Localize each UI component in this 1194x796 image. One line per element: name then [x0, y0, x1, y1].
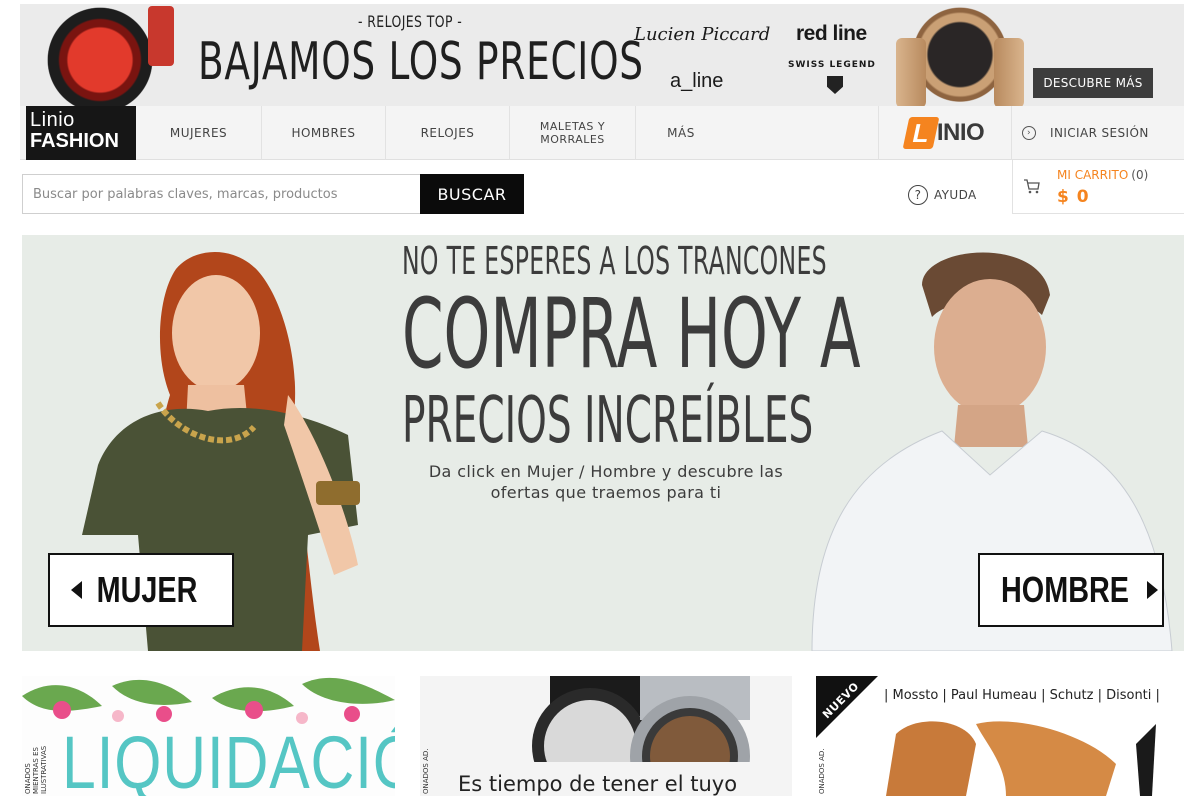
liquidacion-card[interactable]: ONADOS MIENTRAS ES ILUSTRATIVAS LIQUIDAC… — [22, 676, 395, 796]
cart-total: $ 0 — [1057, 187, 1090, 207]
watches-side-note: ONADOS AD. — [422, 748, 430, 794]
promo-subtitle: - RELOJES TOP - — [358, 12, 463, 31]
login-link[interactable]: › INICIAR SESIÓN — [1012, 106, 1184, 160]
new-brands-side-note: ONADOS AD. — [818, 748, 826, 794]
nav-item-mujeres[interactable]: MUJERES — [136, 106, 262, 160]
new-brands-list: | Mosstо | Paul Humeau | Schutz | Disont… — [884, 688, 1160, 703]
brand-red-line-logo: red line — [796, 22, 867, 45]
nav-item-hombres[interactable]: HOMBRES — [262, 106, 386, 160]
hero-description-line-1: Da click en Mujer / Hombre y descubre la… — [428, 462, 784, 481]
promo-title: BAJAMOS LOS PRECIOS — [198, 32, 644, 92]
brand-a-line-logo: a_line — [670, 70, 724, 92]
red-watch-image — [36, 6, 174, 106]
hero-banner: NO TE ESPERES A LOS TRANCONES COMPRA HOY… — [22, 235, 1184, 651]
nav-item-maletas-y-morrales[interactable]: MALETAS Y MORRALES — [510, 106, 636, 160]
search-bar: BUSCAR — [22, 174, 524, 214]
question-icon: ? — [908, 185, 928, 205]
linio-logo-text: INIO — [936, 119, 985, 146]
watches-image — [460, 676, 780, 762]
hombre-button[interactable]: HOMBRE — [978, 553, 1164, 627]
watches-caption: Es tiempo de tener el tuyo — [458, 772, 738, 796]
nav-item-mas[interactable]: MÁS — [636, 106, 726, 160]
new-brands-card[interactable]: NUEVO | Mosstо | Paul Humeau | Schutz | … — [816, 676, 1184, 796]
promo-banner[interactable]: - RELOJES TOP - BAJAMOS LOS PRECIOS Luci… — [20, 4, 1184, 106]
mujer-button[interactable]: MUJER — [48, 553, 234, 627]
nav-item-maletas-label: MALETAS Y MORRALES — [539, 120, 606, 146]
search-input[interactable] — [22, 174, 420, 214]
hero-headline-small: NO TE ESPERES A LOS TRANCONES — [402, 239, 827, 283]
linio-logo-mark: L — [902, 117, 940, 149]
hombre-button-label: HOMBRE — [1000, 569, 1129, 610]
cart-widget[interactable]: MI CARRITO (0) $ 0 — [1012, 160, 1184, 214]
brand-swiss-legend-logo: SWISS LEGEND — [788, 60, 876, 70]
help-label: AYUDA — [934, 188, 977, 202]
liquidacion-title: LIQUIDACIÓN — [62, 721, 395, 796]
main-nav: Linio FASHION MUJERES HOMBRES RELOJES MA… — [20, 106, 1184, 160]
hero-headline-large: COMPRA HOY A — [402, 278, 861, 390]
cart-label-row: MI CARRITO (0) — [1057, 168, 1148, 182]
hero-description: Da click en Mujer / Hombre y descubre la… — [400, 461, 812, 503]
cart-icon — [1024, 179, 1040, 194]
chevron-right-circle-icon: › — [1022, 126, 1036, 140]
logo-line-2: FASHION — [30, 130, 119, 152]
liquidacion-side-note: ONADOS MIENTRAS ES ILUSTRATIVAS — [24, 745, 48, 794]
logo-line-1: Linio — [30, 109, 75, 131]
hero-headline-medium: PRECIOS INCREÍBLES — [402, 384, 814, 458]
nav-item-relojes[interactable]: RELOJES — [386, 106, 510, 160]
cart-label: MI CARRITO — [1057, 168, 1129, 182]
triangle-left-icon — [71, 581, 83, 599]
login-label: INICIAR SESIÓN — [1050, 126, 1149, 140]
hero-description-line-2: ofertas que traemos para ti — [490, 483, 722, 502]
linio-logo[interactable]: L INIO — [878, 106, 1012, 160]
linio-fashion-logo[interactable]: Linio FASHION — [26, 106, 136, 160]
discover-more-button[interactable]: DESCUBRE MÁS — [1033, 68, 1153, 98]
mujer-button-label: MUJER — [97, 569, 198, 610]
cart-count: (0) — [1131, 168, 1149, 182]
gold-watch-image — [890, 4, 1030, 106]
brand-lucien-piccard-logo: Lucien Piccard — [634, 24, 771, 45]
triangle-right-icon — [1146, 581, 1158, 599]
watches-card[interactable]: ONADOS AD. Es tiempo de tener el tuyo — [420, 676, 792, 796]
shield-icon — [827, 76, 843, 94]
search-button[interactable]: BUSCAR — [420, 174, 524, 214]
help-link[interactable]: ? AYUDA — [908, 182, 977, 208]
shoes-image — [886, 721, 1156, 796]
